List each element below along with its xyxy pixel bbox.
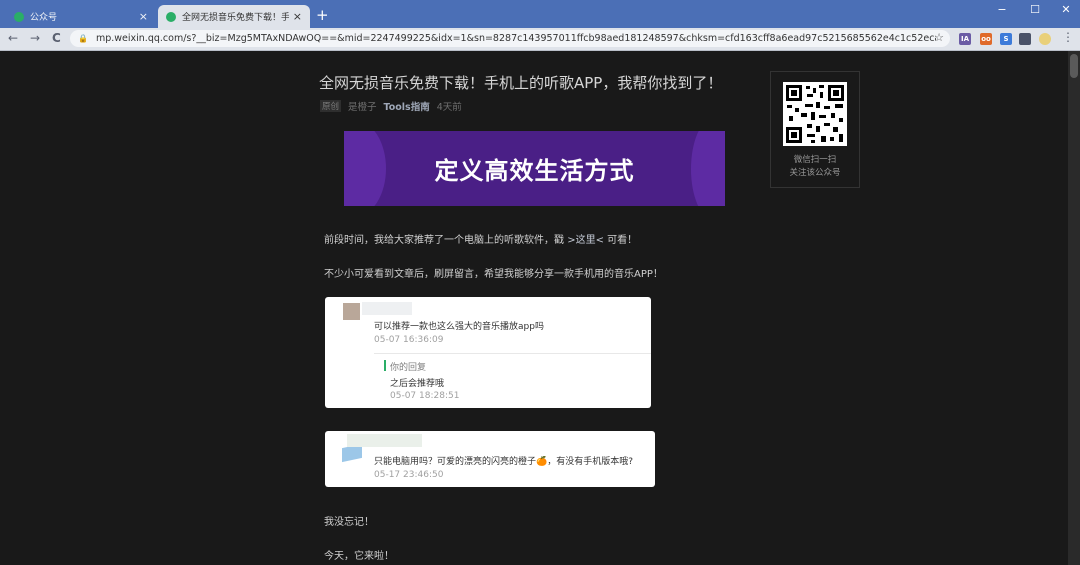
- comment-text: 只能电脑用吗？可爱的漂亮的闪亮的橙子🍊，有没有手机版本哦?: [374, 457, 633, 467]
- address-bar[interactable]: 🔒 mp.weixin.qq.com/s?__biz=Mzg5MTAxNDAwO…: [70, 30, 950, 47]
- reply-time: 05-07 18:28:51: [390, 391, 460, 401]
- extension-s-icon[interactable]: S: [1000, 33, 1012, 45]
- menu-button[interactable]: ⋮: [1062, 30, 1074, 44]
- author-name: 是橙子: [348, 102, 377, 113]
- blurred-username: [362, 302, 412, 315]
- avatar: [343, 303, 360, 320]
- scrollbar[interactable]: [1068, 51, 1080, 565]
- article-meta: 原创 是橙子 Tools指南 4天前: [320, 99, 462, 113]
- new-tab-button[interactable]: +: [316, 6, 329, 24]
- puzzle-extensions-icon[interactable]: ✱: [1019, 33, 1031, 45]
- url-text: mp.weixin.qq.com/s?__biz=Mzg5MTAxNDAwOQ=…: [95, 33, 936, 44]
- reload-button[interactable]: C: [52, 31, 61, 45]
- extension-oo-icon[interactable]: oo: [980, 33, 992, 45]
- qr-caption-line2: 关注该公众号: [789, 168, 841, 178]
- reply-text: 之后会推荐哦: [390, 379, 445, 389]
- forward-button[interactable]: →: [30, 31, 40, 45]
- comment-time: 05-07 16:36:09: [374, 335, 444, 345]
- back-button[interactable]: ←: [8, 31, 18, 45]
- qr-caption-line1: 微信扫一扫: [793, 155, 837, 165]
- paragraph-2: 不少小可爱看到文章后，刷屏留言，希望我能够分享一款手机用的音乐APP！: [324, 269, 663, 280]
- account-link[interactable]: Tools指南: [384, 99, 430, 113]
- banner-text: 定义高效生活方式: [434, 157, 635, 185]
- wechat-icon: [166, 11, 176, 22]
- wechat-icon: [14, 11, 24, 22]
- maximize-button[interactable]: ☐: [1023, 3, 1047, 16]
- close-window-button[interactable]: ✕: [1054, 3, 1078, 16]
- bookmark-star-icon[interactable]: ☆: [934, 31, 944, 44]
- extension-ia-icon[interactable]: IA: [959, 33, 971, 45]
- profile-avatar[interactable]: [1039, 33, 1051, 45]
- tab-close-icon[interactable]: ×: [139, 10, 148, 23]
- blurred-username: [347, 434, 422, 447]
- comment-text: 可以推荐一款也这么强大的音乐播放app吗: [374, 322, 544, 332]
- publish-time: 4天前: [436, 102, 462, 113]
- paragraph-1: 前段时间，我给大家推荐了一个电脑上的听歌软件，戳 >这里< 可看！: [324, 235, 638, 246]
- article-title: 全网无损音乐免费下载！手机上的听歌APP，我帮你找到了！: [319, 74, 723, 92]
- lock-icon: 🔒: [78, 34, 88, 43]
- tab-article[interactable]: 全网无损音乐免费下载！手机上 ×: [158, 5, 310, 28]
- paragraph-4: 今天，它来啦！: [324, 551, 394, 562]
- tab-close-icon[interactable]: ×: [293, 10, 302, 23]
- qr-panel: 微信扫一扫 关注该公众号: [770, 71, 860, 188]
- qr-code-image: [783, 82, 847, 146]
- paragraph-3: 我没忘记！: [324, 517, 374, 528]
- comment-time: 05-17 23:46:50: [374, 470, 444, 480]
- here-link[interactable]: >这里<: [567, 235, 604, 246]
- minimize-button[interactable]: −: [990, 3, 1014, 16]
- reply-label: 你的回复: [390, 363, 427, 373]
- scrollbar-thumb[interactable]: [1070, 54, 1078, 78]
- tab-title: 全网无损音乐免费下载！手机上: [182, 13, 289, 23]
- article-banner: 定义高效生活方式: [344, 131, 725, 206]
- browser-toolbar: ← → C 🔒 mp.weixin.qq.com/s?__biz=Mzg5MTA…: [0, 28, 1080, 51]
- original-badge: 原创: [320, 100, 342, 112]
- browser-titlebar: 公众号 × 全网无损音乐免费下载！手机上 × + − ☐ ✕: [0, 0, 1080, 28]
- tab-title: 公众号: [30, 13, 58, 23]
- reply-block: 你的回复 之后会推荐哦 05-07 18:28:51: [374, 353, 651, 404]
- tab-gongzhonghao[interactable]: 公众号 ×: [6, 5, 156, 28]
